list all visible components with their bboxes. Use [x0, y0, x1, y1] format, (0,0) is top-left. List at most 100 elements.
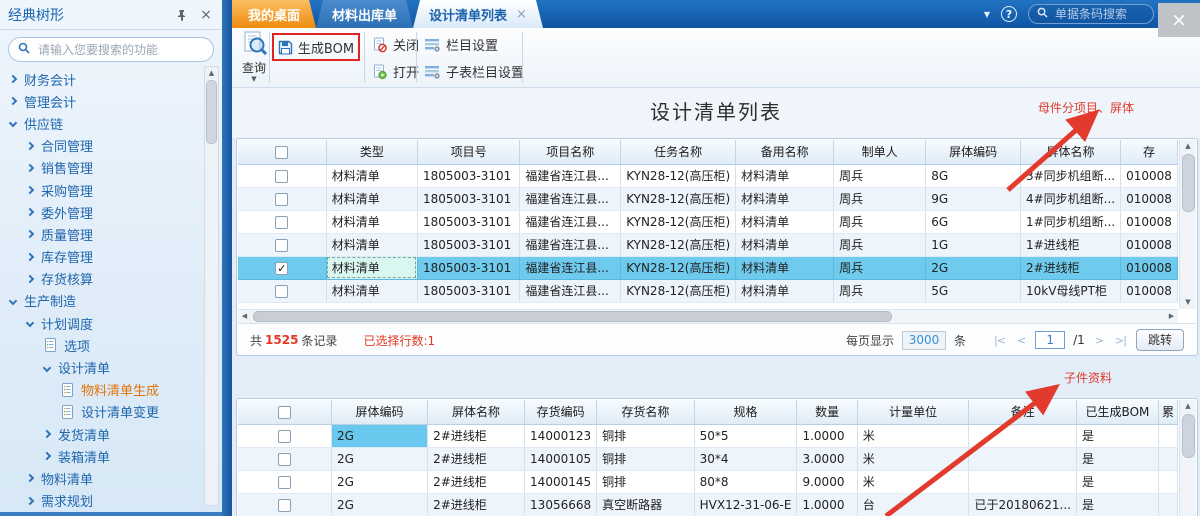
table-cell[interactable]: 010008 [1121, 256, 1178, 279]
sidebar-close-icon[interactable]: × [198, 7, 214, 23]
prev-page-button[interactable]: < [1015, 334, 1027, 347]
table-row[interactable]: 2G2#进线柜14000123铜排50*51.0000米是 [238, 424, 1178, 447]
table-cell[interactable]: 铜排 [597, 447, 695, 470]
column-header[interactable]: 屏体编码 [331, 400, 427, 424]
table-cell[interactable]: 5G [926, 279, 1021, 302]
table-cell[interactable]: 铜排 [597, 424, 695, 447]
detail-vertical-scrollbar[interactable]: ▲ [1179, 400, 1196, 516]
chevron-down-icon[interactable]: ▼ [984, 10, 990, 19]
chevron-right-icon[interactable] [9, 97, 17, 105]
table-cell[interactable]: 6G [926, 210, 1021, 233]
table-cell[interactable]: 周兵 [834, 187, 926, 210]
chevron-down-icon[interactable] [9, 297, 17, 305]
table-cell[interactable]: 010008 [1121, 233, 1178, 256]
table-row[interactable]: 材料清单1805003-3101福建省连江县...KYN28-12(高压柜)材料… [238, 210, 1178, 233]
column-header[interactable]: 项目号 [417, 140, 519, 164]
checkbox[interactable] [278, 499, 291, 512]
sidebar-scrollbar[interactable]: ▲ [204, 66, 219, 506]
sidebar-item[interactable]: 合同管理 [0, 135, 202, 157]
column-header[interactable]: 屏体名称 [1020, 140, 1120, 164]
sidebar-item[interactable]: 质量管理 [0, 223, 202, 245]
table-cell[interactable]: KYN28-12(高压柜) [621, 256, 736, 279]
table-row[interactable]: 2G2#进线柜14000105铜排30*43.0000米是 [238, 447, 1178, 470]
table-cell[interactable]: 材料清单 [736, 164, 834, 187]
table-cell[interactable]: 010008 [1121, 164, 1178, 187]
scroll-up-icon[interactable]: ▲ [1180, 400, 1196, 413]
table-cell[interactable]: 14000123 [525, 424, 597, 447]
table-cell[interactable]: 周兵 [834, 164, 926, 187]
sidebar-item[interactable]: 设计清单 [0, 356, 202, 378]
jump-button[interactable]: 跳转 [1136, 329, 1184, 351]
checkbox[interactable] [278, 406, 291, 419]
sidebar-item[interactable]: 需求规划 [0, 490, 202, 508]
table-cell[interactable]: 010008 [1121, 279, 1178, 302]
generate-bom-button[interactable]: 生成BOM [272, 33, 360, 61]
table-cell[interactable]: 010008 [1121, 187, 1178, 210]
sidebar-item[interactable]: 装箱清单 [0, 445, 202, 467]
table-cell[interactable]: 50*5 [694, 424, 797, 447]
checkbox[interactable] [278, 430, 291, 443]
table-cell[interactable]: 材料清单 [736, 210, 834, 233]
column-header[interactable]: 数量 [797, 400, 857, 424]
chevron-down-icon[interactable] [9, 119, 17, 127]
column-header[interactable]: 备注 [969, 400, 1077, 424]
table-row[interactable]: 材料清单1805003-3101福建省连江县...KYN28-12(高压柜)材料… [238, 279, 1178, 302]
sidebar-item[interactable]: 采购管理 [0, 179, 202, 201]
panel-close-button[interactable]: × [1158, 3, 1200, 37]
table-cell[interactable]: 已于20180621... [969, 493, 1077, 516]
row-select-cell[interactable] [238, 447, 331, 470]
table-cell[interactable]: 材料清单 [736, 279, 834, 302]
chevron-right-icon[interactable] [26, 208, 34, 216]
scrollbar-thumb[interactable] [1182, 154, 1195, 212]
checkbox[interactable] [275, 216, 288, 229]
table-cell[interactable]: 14000145 [525, 470, 597, 493]
table-cell[interactable]: 9.0000 [797, 470, 857, 493]
row-select-cell[interactable] [238, 279, 326, 302]
table-cell[interactable]: 13056668 [525, 493, 597, 516]
table-cell[interactable]: 材料清单 [326, 210, 417, 233]
column-header[interactable]: 累 [1158, 400, 1177, 424]
table-cell[interactable]: 1805003-3101 [417, 233, 519, 256]
table-cell[interactable]: 2#进线柜 [1020, 256, 1120, 279]
row-select-cell[interactable] [238, 210, 326, 233]
chevron-right-icon[interactable] [26, 186, 34, 194]
table-cell[interactable]: 1805003-3101 [417, 256, 519, 279]
table-cell[interactable]: 2G [926, 256, 1021, 279]
chevron-right-icon[interactable] [26, 252, 34, 260]
row-select-cell[interactable] [238, 493, 331, 516]
column-header[interactable]: 类型 [326, 140, 417, 164]
table-cell[interactable]: 福建省连江县... [520, 164, 621, 187]
table-cell[interactable]: 材料清单 [326, 256, 417, 279]
table-cell[interactable]: 周兵 [834, 256, 926, 279]
sidebar-item[interactable]: 物料清单生成 [0, 379, 202, 401]
chevron-right-icon[interactable] [9, 75, 17, 83]
sidebar-item[interactable]: 发货清单 [0, 423, 202, 445]
column-header[interactable]: 屏体编码 [926, 140, 1021, 164]
scroll-right-icon[interactable]: ▶ [1165, 310, 1178, 323]
table-cell[interactable]: 2G [331, 470, 427, 493]
table-row[interactable]: 材料清单1805003-3101福建省连江县...KYN28-12(高压柜)材料… [238, 164, 1178, 187]
column-header[interactable]: 计量单位 [857, 400, 969, 424]
table-cell[interactable]: 是 [1076, 470, 1158, 493]
column-header[interactable]: 规格 [694, 400, 797, 424]
scrollbar-thumb[interactable] [253, 311, 892, 322]
column-header[interactable]: 存货编码 [525, 400, 597, 424]
table-cell[interactable]: 是 [1076, 424, 1158, 447]
column-header[interactable]: 已生成BOM [1076, 400, 1158, 424]
table-cell[interactable]: 1805003-3101 [417, 210, 519, 233]
table-row[interactable]: 材料清单1805003-3101福建省连江县...KYN28-12(高压柜)材料… [238, 233, 1178, 256]
table-cell[interactable]: KYN28-12(高压柜) [621, 233, 736, 256]
table-cell[interactable]: 福建省连江县... [520, 210, 621, 233]
table-cell[interactable] [969, 470, 1077, 493]
table-cell[interactable] [969, 424, 1077, 447]
row-select-cell[interactable] [238, 470, 331, 493]
table-cell[interactable]: 2#进线柜 [428, 424, 525, 447]
table-cell[interactable]: 材料清单 [736, 187, 834, 210]
sidebar-item[interactable]: 选项 [0, 334, 202, 356]
checkbox[interactable] [275, 285, 288, 298]
table-cell[interactable] [1158, 424, 1177, 447]
open-button[interactable]: 打开 [372, 62, 419, 81]
checkbox[interactable] [278, 453, 291, 466]
table-cell[interactable]: 10kV母线PT柜 [1020, 279, 1120, 302]
table-cell[interactable]: 1#同步机组断... [1020, 210, 1120, 233]
